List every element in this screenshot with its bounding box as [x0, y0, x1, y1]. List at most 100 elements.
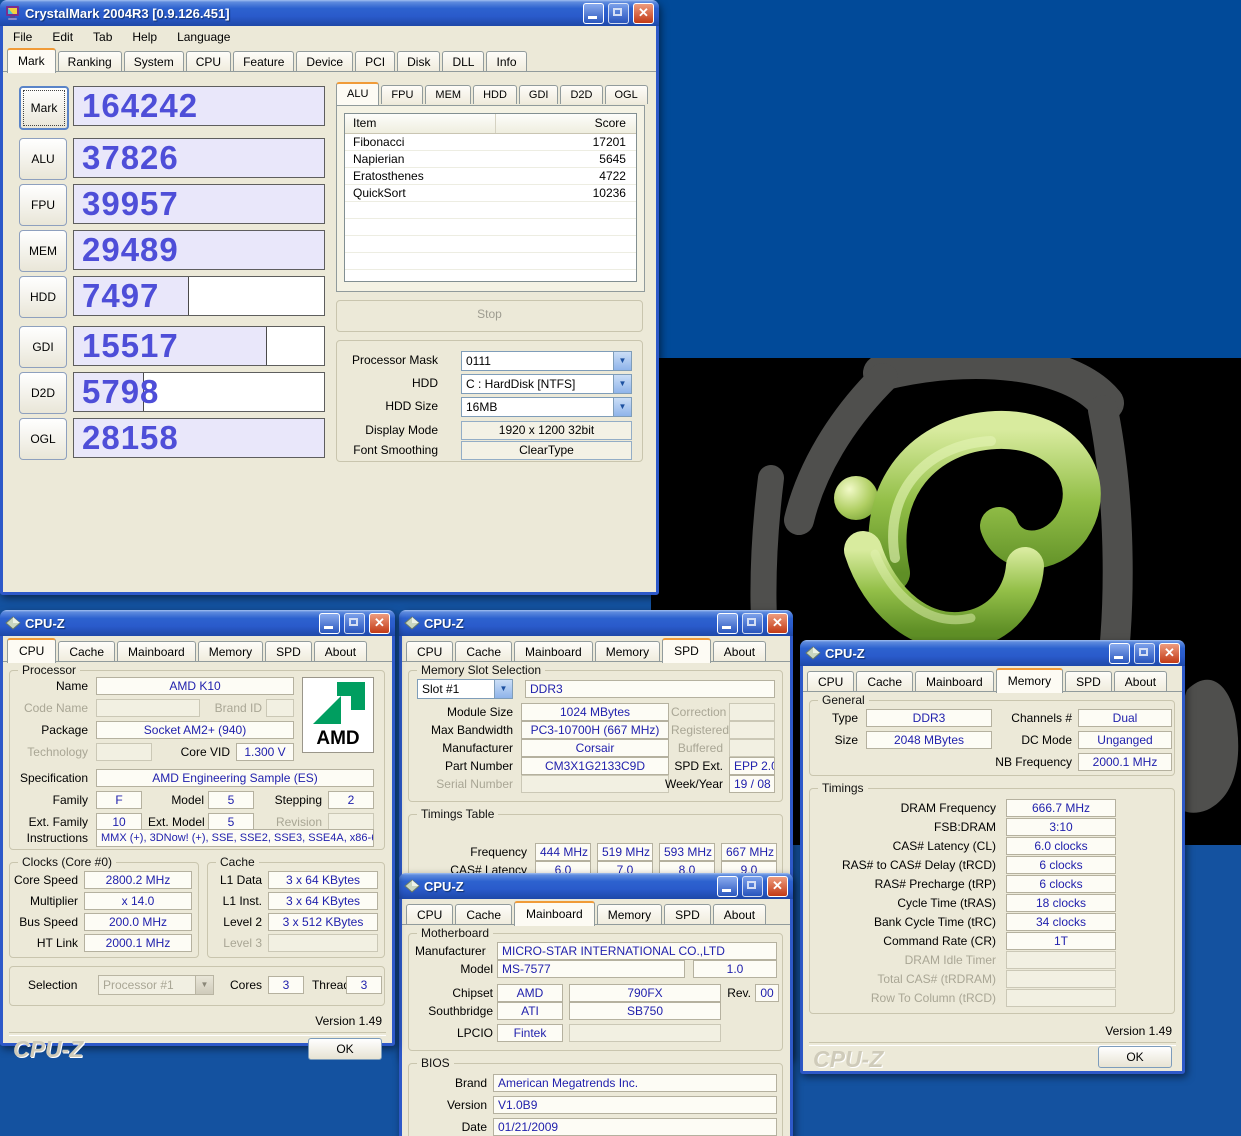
tab-cpu[interactable]: CPU	[406, 641, 453, 662]
close-button[interactable]	[369, 613, 390, 634]
tab-cpu[interactable]: CPU	[807, 671, 854, 692]
tab-system[interactable]: System	[124, 51, 184, 72]
tab-spd[interactable]: SPD	[1065, 671, 1112, 692]
d2d-score-button[interactable]: D2D	[19, 372, 67, 414]
maximize-button[interactable]	[344, 613, 365, 634]
menu-tab[interactable]: Tab	[93, 30, 112, 44]
close-button[interactable]	[1159, 643, 1180, 664]
maximize-button[interactable]	[742, 613, 763, 634]
tab-cpu[interactable]: CPU	[186, 51, 231, 72]
col-item[interactable]: Item	[345, 114, 496, 133]
col-score[interactable]: Score	[496, 114, 636, 133]
mark-score-button[interactable]: Mark	[19, 86, 69, 130]
tab-mark[interactable]: Mark	[7, 48, 56, 73]
minimize-button[interactable]	[319, 613, 340, 634]
cpuz-titlebar[interactable]: CPU-Z	[0, 610, 395, 636]
instructions-label: Instructions	[14, 829, 88, 847]
amd-logo: AMD	[302, 677, 374, 753]
cpuz-titlebar[interactable]: CPU-Z	[399, 610, 793, 636]
minimize-button[interactable]	[717, 876, 738, 897]
maximize-button[interactable]	[608, 3, 629, 24]
subtab-d2d[interactable]: D2D	[560, 85, 602, 104]
tab-about[interactable]: About	[1114, 671, 1167, 692]
tab-about[interactable]: About	[713, 904, 766, 925]
tab-disk[interactable]: Disk	[397, 51, 440, 72]
mem-score-button[interactable]: MEM	[19, 230, 67, 272]
tab-memory[interactable]: Memory	[996, 668, 1063, 693]
tab-cpu[interactable]: CPU	[406, 904, 453, 925]
fpu-score-button[interactable]: FPU	[19, 184, 67, 226]
tab-pci[interactable]: PCI	[355, 51, 395, 72]
crystalmark-client: Mark 164242 ALU 37826 FPU 39957 MEM 2948…	[3, 72, 656, 588]
tab-mainboard[interactable]: Mainboard	[514, 641, 593, 662]
tab-spd[interactable]: SPD	[265, 641, 312, 662]
subtab-fpu[interactable]: FPU	[381, 85, 423, 104]
minimize-button[interactable]	[717, 613, 738, 634]
tab-about[interactable]: About	[314, 641, 367, 662]
tab-mainboard[interactable]: Mainboard	[915, 671, 994, 692]
menu-help[interactable]: Help	[132, 30, 157, 44]
ogl-score-button[interactable]: OGL	[19, 418, 67, 460]
ok-button[interactable]: OK	[308, 1038, 382, 1060]
trc-field: 34 clocks	[1006, 913, 1116, 931]
amd-arrow-icon	[303, 678, 373, 730]
menu-file[interactable]: File	[13, 30, 32, 44]
crystalmark-titlebar[interactable]: CrystalMark 2004R3 [0.9.126.451]	[0, 0, 659, 26]
maximize-button[interactable]	[742, 876, 763, 897]
tab-memory[interactable]: Memory	[597, 904, 662, 925]
close-button[interactable]	[767, 876, 788, 897]
tab-about[interactable]: About	[713, 641, 766, 662]
chipset-rev-field: 00	[755, 984, 779, 1002]
tab-dll[interactable]: DLL	[442, 51, 484, 72]
tab-cache[interactable]: Cache	[455, 641, 512, 662]
hdd-size-select[interactable]: 16MB	[461, 397, 632, 417]
close-button[interactable]	[633, 3, 654, 24]
chevron-down-icon[interactable]	[494, 679, 513, 699]
tab-mainboard[interactable]: Mainboard	[514, 901, 595, 926]
processor-mask-select[interactable]: 0111	[461, 351, 632, 371]
level3-field	[268, 934, 378, 952]
maximize-button[interactable]	[1134, 643, 1155, 664]
subtab-gdi[interactable]: GDI	[519, 85, 559, 104]
chevron-down-icon[interactable]	[613, 351, 632, 371]
tab-memory[interactable]: Memory	[198, 641, 263, 662]
l1-data-field: 3 x 64 KBytes	[268, 871, 378, 889]
tab-spd[interactable]: SPD	[664, 904, 711, 925]
subtab-alu[interactable]: ALU	[336, 82, 379, 105]
tab-feature[interactable]: Feature	[233, 51, 294, 72]
gdi-score-button[interactable]: GDI	[19, 326, 67, 368]
menu-edit[interactable]: Edit	[52, 30, 73, 44]
tab-device[interactable]: Device	[296, 51, 353, 72]
tab-cpu[interactable]: CPU	[7, 638, 56, 663]
bios-group: BIOS Brand American Megatrends Inc. Vers…	[408, 1063, 783, 1136]
cpuz-titlebar[interactable]: CPU-Z	[800, 640, 1185, 666]
tab-mainboard[interactable]: Mainboard	[117, 641, 196, 662]
tab-info[interactable]: Info	[486, 51, 526, 72]
minimize-button[interactable]	[583, 3, 604, 24]
tab-memory[interactable]: Memory	[595, 641, 660, 662]
memory-slot-group: Memory Slot Selection Slot #1 DDR3 Modul…	[408, 670, 783, 802]
tab-cache[interactable]: Cache	[856, 671, 913, 692]
chevron-down-icon[interactable]	[613, 397, 632, 417]
cpuz-titlebar[interactable]: CPU-Z	[399, 873, 793, 899]
chevron-down-icon[interactable]	[613, 374, 632, 394]
alu-score-button[interactable]: ALU	[19, 138, 67, 180]
ok-button[interactable]: OK	[1098, 1046, 1172, 1068]
hdd-score-button[interactable]: HDD	[19, 276, 67, 318]
minimize-button[interactable]	[1109, 643, 1130, 664]
subtab-ogl[interactable]: OGL	[605, 85, 648, 104]
slot-select[interactable]: Slot #1	[417, 679, 513, 699]
menu-language[interactable]: Language	[177, 30, 230, 44]
tab-ranking[interactable]: Ranking	[58, 51, 122, 72]
stop-button[interactable]: Stop	[336, 300, 643, 332]
nb-frequency-label: NB Frequency	[978, 753, 1072, 771]
tab-spd[interactable]: SPD	[662, 638, 711, 663]
hdd-select[interactable]: C : HardDisk [NTFS]	[461, 374, 632, 394]
family-label: Family	[14, 791, 88, 809]
subtab-hdd[interactable]: HDD	[473, 85, 517, 104]
tab-cache[interactable]: Cache	[58, 641, 115, 662]
processor-select[interactable]: Processor #1	[98, 975, 214, 995]
subtab-mem[interactable]: MEM	[425, 85, 471, 104]
tab-cache[interactable]: Cache	[455, 904, 512, 925]
close-button[interactable]	[767, 613, 788, 634]
